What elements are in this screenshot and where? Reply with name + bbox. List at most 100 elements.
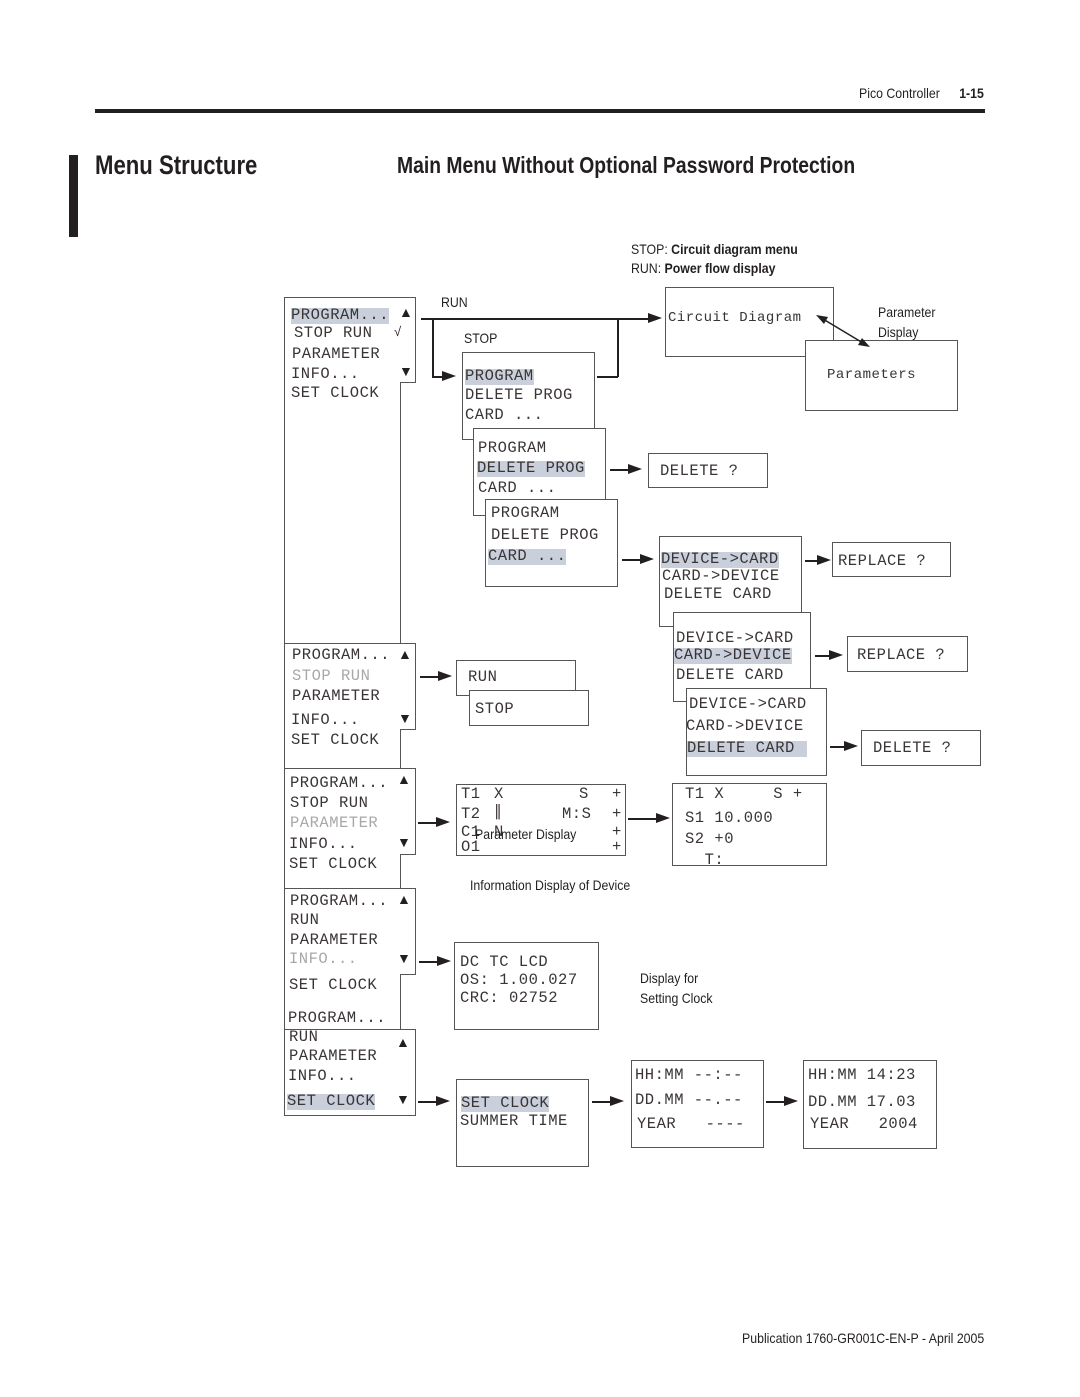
clock-empty-line[interactable]: DD.MM --.-- [635,1092,743,1109]
param-detail-line[interactable]: S1 10.000 [685,810,773,827]
page-number: 1-15 [959,85,984,101]
legend-run-text: Power flow display [664,260,776,276]
stop-option[interactable]: STOP [475,701,514,718]
menu4-item-info[interactable]: INFO... [289,951,358,968]
clock-empty-line[interactable]: YEAR ---- [637,1116,745,1133]
run-option[interactable]: RUN [468,669,497,686]
menu5-item-run[interactable]: RUN [289,1029,318,1046]
delete-prompt-text[interactable]: DELETE ? [660,463,738,480]
menu2-item-program[interactable]: PROGRAM... [292,647,390,664]
arrow-icon [436,817,450,827]
arrow-line [418,822,438,824]
card-menu-item[interactable]: DEVICE->CARD [689,696,807,713]
arrow-icon [640,554,654,564]
card-menu-item[interactable]: DELETE CARD [664,586,772,603]
param-detail-line[interactable]: S2 +0 [685,831,734,848]
menu5-item-setclock[interactable]: SET CLOCK [287,1093,376,1110]
card-menu-item[interactable]: DELETE CARD [687,740,807,757]
menu1-item-info[interactable]: INFO... [291,366,360,383]
menu4-item-program[interactable]: PROGRAM... [290,893,388,910]
menu3-item-parameter[interactable]: PARAMETER [290,815,378,832]
scroll-up-icon: ▲ [397,771,411,787]
card-menu-item[interactable]: DEVICE->CARD [661,551,779,568]
scroll-down-icon: ▼ [398,710,412,726]
program-return-line [597,376,618,378]
card-menu-item[interactable]: DELETE CARD [676,667,784,684]
clock-set-line[interactable]: HH:MM 14:23 [808,1067,916,1084]
menu4-item-run[interactable]: RUN [290,912,319,929]
menu4-item-parameter[interactable]: PARAMETER [290,932,378,949]
program-menu-item[interactable]: DELETE PROG [491,527,599,544]
change-bar [69,155,78,237]
arrow-icon [437,956,451,966]
menu5-item-info[interactable]: INFO... [288,1068,357,1085]
param-row-4-flag: + [612,838,622,856]
clock-set-line[interactable]: DD.MM 17.03 [808,1094,916,1111]
main-menu-1-tail [284,382,401,644]
program-menu-item[interactable]: PROGRAM [465,368,534,385]
clock-set-line[interactable]: YEAR 2004 [810,1116,918,1133]
parameters-text: Parameters [827,367,917,383]
param-detail-line: T: [685,851,725,869]
clock-empty-line[interactable]: HH:MM --:-- [635,1067,743,1084]
card-menu-item[interactable]: CARD->DEVICE [662,568,780,585]
replace-prompt-text[interactable]: REPLACE ? [838,553,926,570]
param-row-4-id[interactable]: O1 [461,839,481,856]
menu3-item-program[interactable]: PROGRAM... [290,775,388,792]
arrow-line [420,676,440,678]
program-menu-item[interactable]: CARD ... [478,480,556,497]
legend-stop-prefix: STOP: [631,241,668,257]
card-menu-item[interactable]: CARD->DEVICE [674,647,792,664]
arrow-line [628,818,658,820]
menu1-item-stoprun[interactable]: STOP RUN [294,325,372,342]
menu4-item-setclock[interactable]: SET CLOCK [289,977,377,994]
param-row-2-id[interactable]: T2 [461,806,481,823]
delete-prompt-text[interactable]: DELETE ? [873,740,951,757]
card-menu-item[interactable]: DEVICE->CARD [676,630,794,647]
menu3-item-info[interactable]: INFO... [289,836,358,853]
arrow-icon [438,671,452,681]
clock-menu-item[interactable]: SUMMER TIME [460,1113,568,1130]
parameter-display-overlay: Parameter Display [475,826,577,842]
arrow-line [592,1101,612,1103]
program-menu-item[interactable]: DELETE PROG [465,387,573,404]
menu2-item-info[interactable]: INFO... [291,712,360,729]
menu2-item-parameter[interactable]: PARAMETER [292,688,380,705]
arrow-icon [628,464,642,474]
menu3-item-setclock[interactable]: SET CLOCK [289,856,377,873]
program-menu-item[interactable]: CARD ... [488,548,567,565]
program-menu-item[interactable]: PROGRAM [491,505,560,522]
scroll-up-icon: ▲ [397,891,411,907]
stop-flow-line [432,318,434,376]
card-menu-item[interactable]: CARD->DEVICE [686,718,804,735]
replace-prompt-text[interactable]: REPLACE ? [857,647,945,664]
scroll-down-icon: ▼ [399,363,413,379]
program-menu-item[interactable]: DELETE PROG [477,460,585,477]
menu3-item-stoprun[interactable]: STOP RUN [290,795,368,812]
menu5-item-parameter[interactable]: PARAMETER [289,1048,377,1065]
arrow-icon [648,313,662,323]
param-row-1-flag: + [612,785,622,803]
parameter-display-caption: Parameter Display [878,304,936,340]
header-rule [95,109,985,113]
run-label: RUN [441,294,468,310]
menu1-item-program[interactable]: PROGRAM... [291,307,390,324]
running-title: Pico Controller [859,85,940,101]
program-menu-item[interactable]: PROGRAM [478,440,547,457]
publication-footer: Publication 1760-GR001C-EN-P - April 200… [741,1330,984,1346]
program-menu-item[interactable]: CARD ... [465,407,543,424]
menu2-item-stoprun[interactable]: STOP RUN [292,668,370,685]
info-line: CRC: 02752 [460,989,559,1007]
arrow-icon [610,1096,624,1106]
param-row-1-id[interactable]: T1 [461,786,481,803]
arrow-icon [844,741,858,751]
clock-menu-item[interactable]: SET CLOCK [461,1095,550,1112]
bidirectional-arrow-icon [816,315,870,347]
menu1-item-setclock[interactable]: SET CLOCK [291,385,379,402]
stop-label: STOP [464,330,498,346]
menu2-item-setclock[interactable]: SET CLOCK [291,732,379,749]
menu4-tail-program[interactable]: PROGRAM... [288,1010,386,1027]
menu1-item-parameter[interactable]: PARAMETER [292,346,380,363]
running-header: Pico Controller 1-15 [859,85,984,101]
scroll-up-icon: ▲ [399,304,413,320]
